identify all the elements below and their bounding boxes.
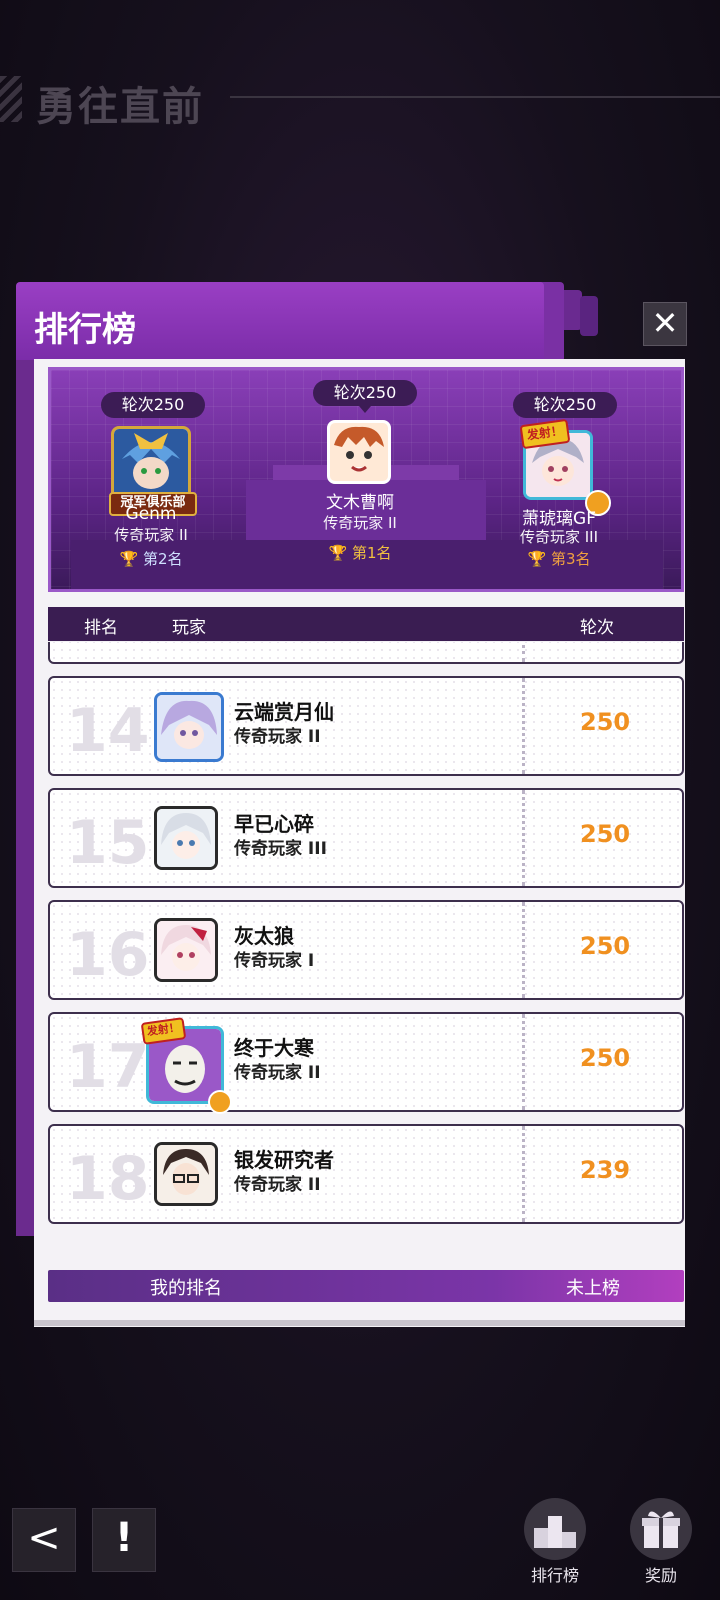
leaderboard-button[interactable] bbox=[524, 1498, 586, 1560]
avatar[interactable] bbox=[154, 918, 218, 982]
back-arrow-icon: < bbox=[27, 1515, 61, 1561]
player-title: 传奇玩家 II bbox=[234, 1175, 321, 1195]
trophy-icon: 🏆 bbox=[119, 550, 139, 568]
second-rank-label: 🏆 第2名 bbox=[71, 548, 231, 569]
table-row[interactable]: 16 灰太狼 传奇玩家 I 250 bbox=[48, 900, 684, 1000]
avatar-girl-icon bbox=[157, 809, 215, 867]
avatar-knight-icon bbox=[114, 429, 188, 501]
first-rank-text: 第1名 bbox=[351, 544, 392, 562]
leaderboard-panel-tab: 排行榜 bbox=[16, 282, 544, 362]
table-row[interactable]: 17 发射！ 终于大寒 传奇玩家 II 250 bbox=[48, 1012, 684, 1114]
row-rank: 17 bbox=[66, 1032, 150, 1102]
row-divider bbox=[522, 790, 525, 886]
background-title: 勇往直前 bbox=[36, 84, 204, 130]
rocket-icon bbox=[208, 1090, 232, 1114]
trophy-icon: 🏆 bbox=[328, 544, 348, 562]
stripes-decoration bbox=[0, 76, 22, 122]
exclamation-icon: ! bbox=[114, 1515, 134, 1561]
second-player-name: Genm bbox=[125, 504, 177, 524]
first-player-title: 传奇玩家 II bbox=[323, 514, 397, 532]
row-divider bbox=[522, 642, 525, 662]
player-title: 传奇玩家 II bbox=[234, 727, 321, 747]
trophy-icon: 🏆 bbox=[527, 550, 547, 568]
table-row[interactable]: 18 银发研究者 传奇玩家 II 239 bbox=[48, 1124, 684, 1224]
player-score: 250 bbox=[580, 708, 631, 736]
leaderboard-list[interactable]: 14 云端赏月仙 传奇玩家 II 250 15 早已心碎 传奇玩家 III 25… bbox=[48, 642, 684, 1254]
player-name: 云端赏月仙 bbox=[234, 700, 334, 724]
row-divider bbox=[522, 678, 525, 774]
second-rank-text: 第2名 bbox=[142, 550, 183, 568]
player-score: 250 bbox=[580, 932, 631, 960]
player-title: 传奇玩家 III bbox=[234, 839, 327, 859]
table-row[interactable] bbox=[48, 642, 684, 664]
panel-edge bbox=[16, 360, 36, 1236]
second-player-title: 传奇玩家 II bbox=[114, 526, 188, 544]
first-rank-label: 🏆 第1名 bbox=[280, 542, 440, 563]
gift-icon bbox=[642, 1511, 680, 1548]
header-divider bbox=[230, 96, 720, 98]
avatar[interactable] bbox=[154, 1142, 218, 1206]
table-row[interactable]: 15 早已心碎 传奇玩家 III 250 bbox=[48, 788, 684, 888]
rewards-button[interactable] bbox=[630, 1498, 692, 1560]
player-name: 银发研究者 bbox=[234, 1148, 334, 1172]
column-header: 排名 玩家 轮次 bbox=[48, 607, 684, 641]
row-rank: 15 bbox=[66, 808, 150, 878]
first-avatar[interactable] bbox=[327, 420, 391, 484]
row-rank: 18 bbox=[66, 1144, 150, 1214]
column-rounds: 轮次 bbox=[580, 618, 614, 638]
player-score: 239 bbox=[580, 1156, 631, 1184]
top-three-podium: 轮次250 文木曹啊 传奇玩家 II 🏆 第1名 轮次250 冠军俱乐部 Gen… bbox=[48, 367, 684, 592]
row-divider bbox=[522, 902, 525, 998]
avatar[interactable] bbox=[154, 806, 218, 870]
table-row[interactable]: 14 云端赏月仙 传奇玩家 II 250 bbox=[48, 676, 684, 776]
background-header: 勇往直前 bbox=[0, 70, 720, 130]
my-rank-value: 未上榜 bbox=[566, 1278, 620, 1299]
row-divider bbox=[522, 1014, 525, 1110]
leaderboard-label: 排行榜 bbox=[530, 1566, 579, 1585]
player-name: 早已心碎 bbox=[234, 812, 314, 836]
first-player-name: 文木曹啊 bbox=[326, 493, 394, 513]
card-stack-back bbox=[580, 296, 598, 336]
panel-title: 排行榜 bbox=[34, 310, 136, 350]
row-divider bbox=[522, 1126, 525, 1222]
player-name: 灰太狼 bbox=[234, 924, 294, 948]
player-title: 传奇玩家 II bbox=[234, 1063, 321, 1083]
column-player: 玩家 bbox=[172, 618, 206, 638]
row-rank: 14 bbox=[66, 696, 150, 766]
avatar-girl-icon bbox=[157, 695, 221, 759]
second-rounds-pill: 轮次250 bbox=[101, 392, 205, 418]
first-rounds-pill: 轮次250 bbox=[313, 380, 417, 413]
third-rounds-pill: 轮次250 bbox=[513, 392, 617, 418]
avatar[interactable] bbox=[154, 692, 224, 762]
player-score: 250 bbox=[580, 820, 631, 848]
my-rank-label: 我的排名 bbox=[150, 1278, 222, 1299]
third-player-title: 传奇玩家 III bbox=[519, 528, 599, 546]
sheet-shadow bbox=[34, 1320, 685, 1326]
player-score: 250 bbox=[580, 1044, 631, 1072]
column-rank: 排名 bbox=[84, 618, 118, 638]
avatar-man-glasses-icon bbox=[157, 1145, 215, 1203]
avatar-girl-icon bbox=[157, 921, 215, 979]
row-rank: 16 bbox=[66, 920, 150, 990]
player-title: 传奇玩家 I bbox=[234, 951, 315, 971]
player-name: 终于大寒 bbox=[234, 1036, 314, 1060]
my-rank-bar: 我的排名 未上榜 bbox=[48, 1270, 684, 1302]
back-button[interactable]: < bbox=[12, 1508, 76, 1572]
close-button[interactable]: ✕ bbox=[643, 302, 687, 346]
third-rank-label: 🏆 第3名 bbox=[479, 548, 639, 569]
rewards-label: 奖励 bbox=[644, 1566, 677, 1585]
info-button[interactable]: ! bbox=[92, 1508, 156, 1572]
podium-icon bbox=[534, 1516, 576, 1548]
avatar-face-icon bbox=[330, 423, 388, 481]
third-rank-text: 第3名 bbox=[550, 550, 591, 568]
